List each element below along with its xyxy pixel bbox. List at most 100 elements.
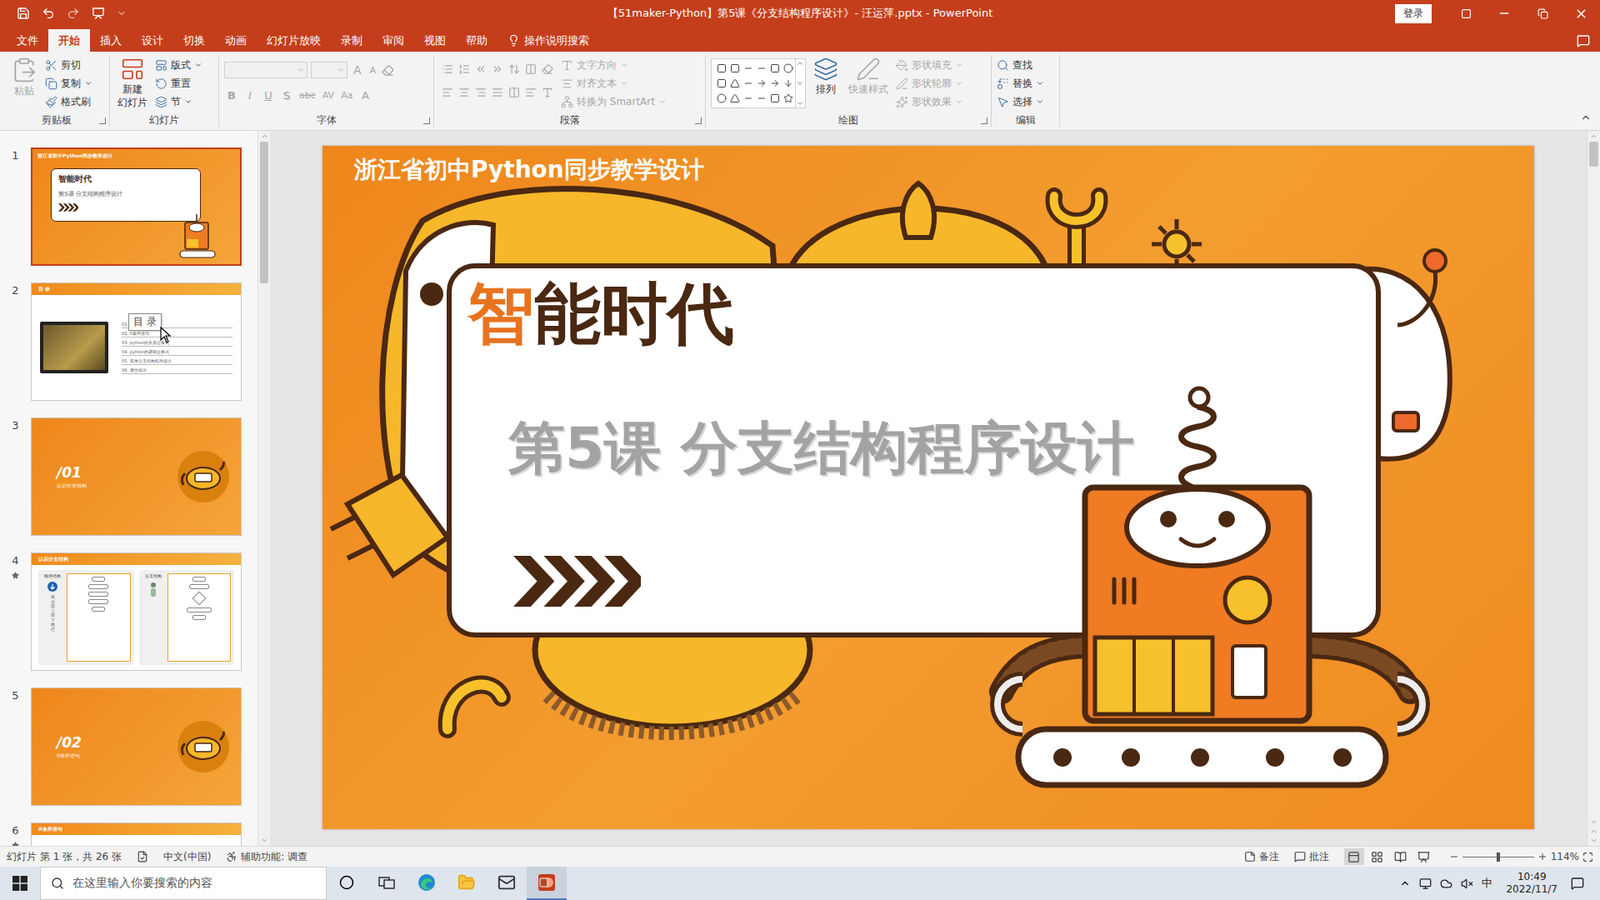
copy-button[interactable]: 复制 bbox=[45, 75, 93, 92]
font-size-field[interactable] bbox=[310, 61, 348, 79]
collapse-ribbon-button[interactable] bbox=[1571, 110, 1600, 130]
slideshow-view-button[interactable] bbox=[1414, 848, 1435, 865]
scroll-up-icon[interactable] bbox=[1590, 132, 1598, 140]
scroll-thumb[interactable] bbox=[1589, 141, 1599, 167]
shape-option[interactable] bbox=[780, 60, 797, 76]
shapes-gallery[interactable] bbox=[710, 58, 806, 109]
shape-option[interactable] bbox=[766, 75, 784, 91]
fit-to-window-icon[interactable] bbox=[1582, 851, 1594, 863]
paragraph-button[interactable] bbox=[472, 61, 490, 77]
shape-option[interactable] bbox=[726, 75, 744, 91]
ribbon-tab[interactable]: 文件 bbox=[6, 29, 49, 52]
paragraph-button[interactable] bbox=[455, 85, 473, 100]
paragraph-button[interactable] bbox=[489, 85, 506, 100]
paragraph-button[interactable] bbox=[472, 85, 490, 100]
paragraph-button[interactable] bbox=[439, 61, 456, 77]
layout-button[interactable]: 版式 bbox=[155, 56, 203, 74]
paragraph-button[interactable] bbox=[505, 85, 523, 100]
replace-button[interactable]: 替换 bbox=[996, 75, 1045, 92]
slide-thumbnail[interactable]: 目 录01. 认识分支结构02. if条件语句03. python的关系运算式0… bbox=[30, 282, 242, 401]
underline-button[interactable]: U bbox=[260, 89, 276, 102]
paragraph-button[interactable] bbox=[505, 61, 523, 77]
paragraph-button[interactable] bbox=[539, 85, 556, 100]
shrink-font-button[interactable]: A bbox=[367, 65, 380, 76]
onedrive-icon[interactable] bbox=[1440, 877, 1453, 890]
new-slide-button[interactable]: 新建幻灯片 bbox=[115, 55, 150, 110]
bold-button[interactable]: B bbox=[224, 89, 240, 102]
ribbon-tab[interactable]: 帮助 bbox=[455, 29, 498, 52]
login-button[interactable]: 登录 bbox=[1395, 4, 1432, 24]
zoom-out-icon[interactable] bbox=[1449, 851, 1460, 862]
edge-taskbar-button[interactable] bbox=[406, 866, 447, 900]
slide-title[interactable]: 第5课 分支结构程序设计 bbox=[508, 415, 1135, 480]
restore-button[interactable] bbox=[1523, 0, 1562, 27]
slide-header[interactable]: 浙江省初中Python同步教学设计 bbox=[322, 145, 1535, 186]
ribbon-tab[interactable]: 动画 bbox=[215, 29, 257, 52]
slide-thumbnail[interactable]: /02if条件语句 bbox=[30, 687, 242, 806]
painter-button[interactable]: 格式刷 bbox=[45, 93, 93, 110]
shape-option[interactable] bbox=[726, 60, 744, 76]
scroll-up-icon[interactable] bbox=[260, 132, 269, 140]
ribbon-tab[interactable]: 切换 bbox=[173, 29, 215, 52]
shape-option[interactable] bbox=[780, 90, 797, 106]
normal-view-button[interactable] bbox=[1344, 848, 1365, 865]
grow-font-button[interactable]: A bbox=[350, 63, 365, 77]
spelling-check-icon[interactable] bbox=[136, 850, 149, 863]
clock[interactable]: 10:492022/11/7 bbox=[1500, 870, 1563, 896]
shape-option[interactable] bbox=[753, 60, 770, 76]
shape-option[interactable] bbox=[713, 60, 730, 76]
comments-button[interactable] bbox=[1566, 29, 1600, 52]
align-text-button[interactable]: 对齐文本 bbox=[560, 75, 667, 92]
paragraph-button[interactable] bbox=[539, 61, 556, 77]
arrange-button[interactable]: 排列 bbox=[810, 55, 841, 97]
accessibility-checker[interactable]: 辅助功能: 调查 bbox=[225, 850, 308, 865]
dialog-launcher[interactable] bbox=[980, 117, 988, 125]
effects-button[interactable]: 形状效果 bbox=[895, 93, 964, 110]
minimize-button[interactable] bbox=[1485, 0, 1524, 27]
paragraph-button[interactable] bbox=[455, 61, 473, 77]
scroll-thumb[interactable] bbox=[260, 141, 269, 284]
close-button[interactable] bbox=[1561, 0, 1600, 27]
mail-taskbar-button[interactable] bbox=[486, 866, 527, 900]
previous-slide-icon[interactable] bbox=[1590, 827, 1598, 835]
explorer-taskbar-button[interactable] bbox=[446, 866, 487, 900]
powerpoint-taskbar-button[interactable] bbox=[526, 866, 567, 900]
shape-option[interactable] bbox=[740, 75, 757, 91]
scroll-down-icon[interactable] bbox=[1590, 818, 1598, 826]
undo-icon[interactable] bbox=[41, 6, 55, 20]
redo-icon[interactable] bbox=[66, 6, 80, 20]
font-name-field[interactable] bbox=[224, 61, 308, 79]
text-direction-button[interactable]: 文字方向 bbox=[560, 56, 667, 74]
thumbnails-scrollbar[interactable] bbox=[257, 130, 270, 846]
scroll-up-icon[interactable] bbox=[795, 59, 805, 68]
notes-button[interactable]: 备注 bbox=[1244, 850, 1280, 865]
volume-muted-icon[interactable] bbox=[1460, 877, 1474, 890]
ribbon-tab[interactable]: 录制 bbox=[330, 29, 373, 52]
slide-thumbnail[interactable]: 浙江省初中Python同步教学设计智能时代第5课 分支结构程序设计 bbox=[30, 147, 242, 266]
shape-option[interactable] bbox=[780, 75, 797, 91]
show-hidden-icons-icon[interactable] bbox=[1399, 877, 1411, 890]
input-method[interactable]: 中 bbox=[1481, 875, 1493, 891]
quick-styles-button[interactable]: 快速样式 bbox=[845, 55, 891, 97]
shape-option[interactable] bbox=[726, 90, 744, 106]
reset-button[interactable]: 重置 bbox=[155, 75, 203, 92]
slide-logo[interactable]: 智能时代 bbox=[467, 280, 735, 348]
section-button[interactable]: 节 bbox=[155, 93, 203, 110]
next-slide-icon[interactable] bbox=[1590, 836, 1598, 845]
shape-option[interactable] bbox=[740, 90, 757, 106]
clear-formatting-icon[interactable] bbox=[381, 64, 395, 77]
scroll-down-icon[interactable] bbox=[795, 79, 805, 88]
ribbon-tab[interactable]: 幻灯片放映 bbox=[256, 29, 331, 52]
select-button[interactable]: 选择 bbox=[996, 93, 1045, 110]
comments-button[interactable]: 批注 bbox=[1294, 850, 1330, 865]
shape-option[interactable] bbox=[753, 75, 770, 91]
ribbon-tab[interactable]: 插入 bbox=[90, 29, 132, 52]
shadow-button[interactable]: S bbox=[279, 89, 295, 102]
fill-button[interactable]: 形状填充 bbox=[895, 56, 964, 74]
paragraph-button[interactable] bbox=[522, 85, 540, 100]
spacing-button[interactable]: AV bbox=[320, 90, 336, 101]
color-button[interactable]: A bbox=[357, 89, 373, 102]
shape-option[interactable] bbox=[753, 90, 770, 106]
paragraph-button[interactable] bbox=[489, 61, 506, 77]
ribbon-tab[interactable]: 开始 bbox=[48, 29, 90, 52]
